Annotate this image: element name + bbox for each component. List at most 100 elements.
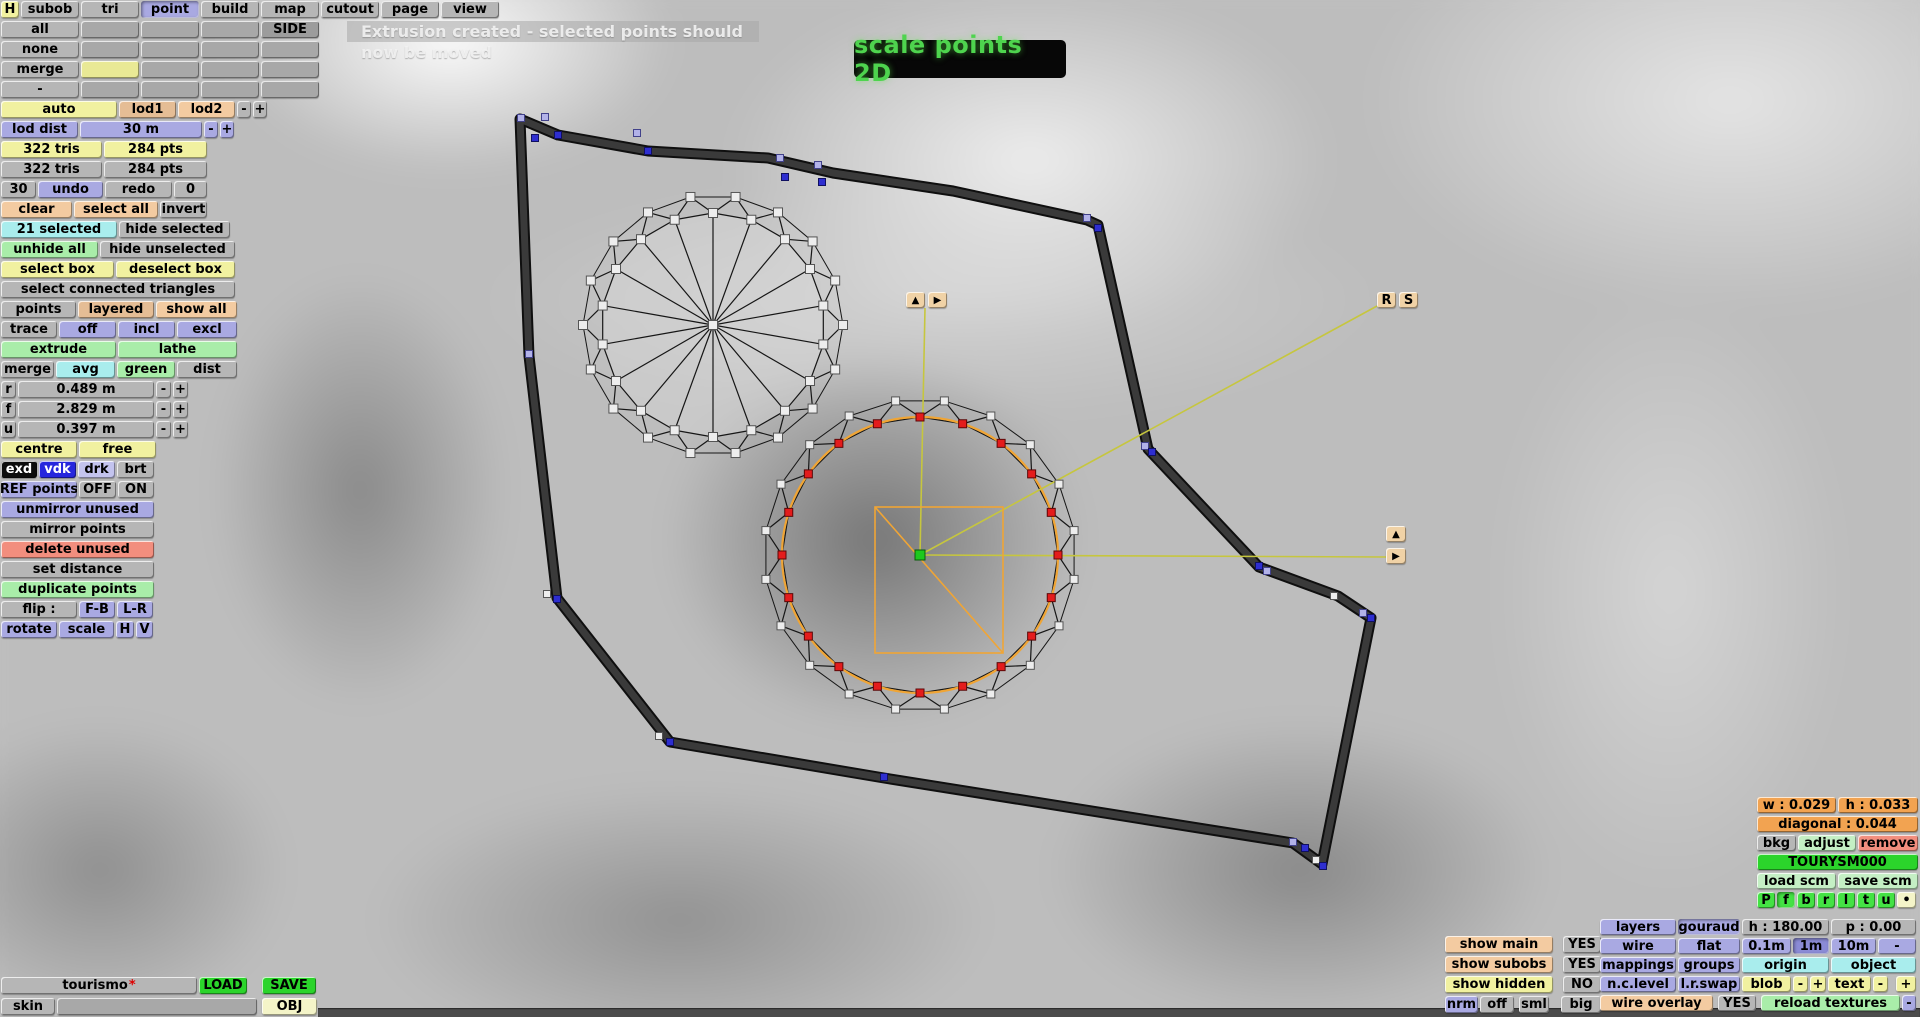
selected-point[interactable]	[1255, 562, 1263, 570]
mesh-point[interactable]	[585, 364, 596, 375]
excl-button[interactable]: excl	[177, 321, 237, 338]
selected-point[interactable]	[872, 681, 882, 691]
blank-cell[interactable]	[141, 41, 199, 58]
mesh-point[interactable]	[1025, 660, 1035, 670]
mesh-point[interactable]	[643, 432, 653, 443]
mesh-point[interactable]	[804, 376, 815, 386]
none-button[interactable]: none	[1, 41, 79, 58]
mesh-point[interactable]	[776, 621, 786, 631]
ref-points-button[interactable]: REF points	[1, 481, 77, 498]
flat-button[interactable]: flat	[1678, 938, 1740, 954]
file-name-field[interactable]: tourismo *	[1, 977, 197, 994]
texture-name-button[interactable]: TOURYSM000	[1757, 854, 1918, 870]
mesh-point[interactable]	[611, 376, 622, 386]
mesh-point[interactable]	[773, 207, 783, 218]
load-scm-button[interactable]: load scm	[1757, 873, 1836, 889]
t-button[interactable]: t	[1857, 892, 1875, 908]
selected-point[interactable]	[872, 419, 882, 429]
284-pts-button[interactable]: 284 pts	[104, 161, 207, 178]
mesh-point[interactable]	[939, 396, 949, 406]
blank-cell[interactable]	[81, 41, 139, 58]
nudge-up-button[interactable]: ▲	[906, 292, 925, 308]
mesh-point[interactable]	[669, 425, 680, 436]
remove-button[interactable]: remove	[1858, 835, 1918, 851]
deselect-box-button[interactable]: deselect box	[116, 261, 235, 278]
mesh-point[interactable]	[891, 396, 901, 406]
lod-dist-button[interactable]: lod dist	[1, 121, 78, 138]
pitch-readout[interactable]: p : 0.00	[1831, 919, 1916, 935]
-button[interactable]: -	[1873, 976, 1888, 992]
show-main-toggle[interactable]: YES	[1563, 936, 1601, 953]
p-button[interactable]: P	[1757, 892, 1775, 908]
wire-overlay-toggle[interactable]: YES	[1718, 995, 1756, 1011]
mesh-point[interactable]	[685, 191, 696, 202]
selected-point[interactable]	[958, 419, 968, 429]
green-button[interactable]: green	[117, 361, 175, 378]
selected-point[interactable]	[996, 662, 1006, 672]
l-r-button[interactable]: L-R	[117, 601, 153, 618]
mesh-point[interactable]	[578, 320, 588, 330]
mesh-point[interactable]	[1312, 856, 1320, 864]
build-button[interactable]: build	[201, 1, 259, 18]
mesh-point[interactable]	[986, 411, 996, 421]
blank-cell[interactable]	[141, 61, 199, 78]
0-397-m-button[interactable]: 0.397 m	[18, 421, 154, 438]
show-subobs-button[interactable]: show subobs	[1445, 956, 1553, 973]
0-1m-button[interactable]: 0.1m	[1742, 938, 1791, 954]
blank-cell[interactable]	[81, 81, 139, 98]
21-selected-button[interactable]: 21 selected	[1, 221, 117, 238]
skin-button[interactable]: skin	[1, 998, 55, 1015]
reload-textures-button[interactable]: reload textures	[1761, 995, 1900, 1011]
mesh-point[interactable]	[939, 704, 949, 714]
mesh-point[interactable]	[761, 574, 771, 584]
2-829-m-button[interactable]: 2.829 m	[18, 401, 154, 418]
object-button[interactable]: object	[1831, 957, 1916, 973]
undo-button[interactable]: undo	[38, 181, 103, 198]
blank-cell[interactable]	[201, 61, 259, 78]
tri-button[interactable]: tri	[81, 1, 139, 18]
n-c-level-button[interactable]: n.c.level	[1600, 976, 1676, 992]
nudge-right-button[interactable]: ▶	[928, 292, 947, 308]
mesh-point[interactable]	[1083, 214, 1091, 222]
-button[interactable]: -	[1, 81, 79, 98]
dist-button[interactable]: dist	[177, 361, 237, 378]
selected-point[interactable]	[834, 662, 844, 672]
drk-button[interactable]: drk	[78, 461, 115, 478]
selected-point[interactable]	[996, 438, 1006, 448]
selected-point[interactable]	[1027, 631, 1037, 641]
-button[interactable]: +	[173, 401, 188, 418]
r-button[interactable]: r	[1, 381, 16, 398]
view-dot-button[interactable]: •	[1897, 892, 1916, 908]
mesh-point[interactable]	[773, 432, 783, 443]
blank-cell[interactable]	[261, 41, 319, 58]
30-m-button[interactable]: 30 m	[80, 121, 202, 138]
mesh-point[interactable]	[636, 405, 647, 416]
blank-cell[interactable]	[141, 21, 199, 38]
mesh-point[interactable]	[1054, 621, 1064, 631]
save-button[interactable]: SAVE	[262, 977, 316, 994]
selected-point[interactable]	[818, 178, 826, 186]
free-button[interactable]: free	[79, 441, 156, 458]
f-button[interactable]: f	[1777, 892, 1795, 908]
-button[interactable]: -	[1902, 995, 1916, 1011]
selected-point[interactable]	[958, 681, 968, 691]
mesh-point[interactable]	[779, 405, 790, 416]
selected-point[interactable]	[834, 438, 844, 448]
selected-point[interactable]	[1053, 550, 1063, 560]
extrude-button[interactable]: extrude	[1, 341, 116, 358]
mesh-point[interactable]	[807, 236, 818, 247]
set-distance-button[interactable]: set distance	[1, 561, 154, 578]
mesh-point[interactable]	[1141, 442, 1149, 450]
mesh-point[interactable]	[1069, 574, 1079, 584]
big-button[interactable]: big	[1561, 996, 1601, 1013]
l-button[interactable]: l	[1837, 892, 1855, 908]
mappings-button[interactable]: mappings	[1600, 957, 1676, 973]
mesh-point[interactable]	[1263, 567, 1271, 575]
-button[interactable]: -	[156, 401, 171, 418]
scale-button[interactable]: scale	[59, 621, 114, 638]
selected-point[interactable]	[1367, 614, 1375, 622]
mesh-point[interactable]	[814, 161, 822, 169]
show-all-button[interactable]: show all	[156, 301, 237, 318]
lathe-button[interactable]: lathe	[118, 341, 237, 358]
mesh-point[interactable]	[1330, 592, 1338, 600]
